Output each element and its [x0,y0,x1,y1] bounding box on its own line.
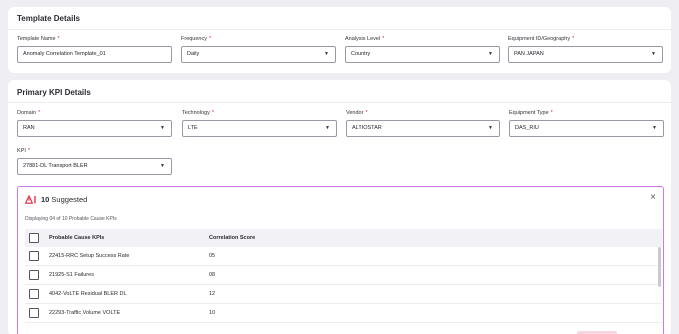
score-cell: 12 [209,291,216,297]
kpi-select[interactable]: 27881-DL Transport BLER ▼ [17,158,172,175]
equipment-type-select[interactable]: DAS_RIU ▼ [509,120,664,137]
row-checkbox[interactable] [29,251,39,261]
score-cell: 08 [209,272,216,278]
analysis-level-label: Analysis Level * [345,36,385,42]
column-header-kpi: Probable Cause KPIs [49,235,105,241]
table-row: 22293-Traffic Volume VOLTE 10 [25,304,662,323]
column-header-score: Correlation Score [209,235,256,241]
equipment-geography-label: Equipment ID/Geography * [508,36,575,42]
score-cell: 10 [209,310,216,316]
chevron-down-icon: ▼ [488,125,493,131]
displaying-count-text: Displaying 04 of 10 Probable Cause KPIs [25,216,117,222]
row-checkbox[interactable] [29,308,39,318]
row-checkbox[interactable] [29,270,39,280]
alert-sparkle-icon [25,195,36,204]
kpi-cell: 22415-RRC Setup Success Rate [49,253,130,259]
table-row: 22415-RRC Setup Success Rate 05 [25,247,662,266]
domain-label: Domain * [17,110,41,116]
chevron-down-icon: ▼ [324,51,329,57]
vendor-label: Vendor * [346,110,368,116]
domain-select[interactable]: RAN ▼ [17,120,172,137]
suggested-count-text: 10 Suggested [41,195,88,204]
chevron-down-icon: ▼ [325,125,330,131]
equipment-geography-select[interactable]: PAN JAPAN ▼ [508,46,663,63]
analysis-level-select[interactable]: Country ▼ [345,46,500,63]
probable-cause-table: Probable Cause KPIs Correlation Score 22… [25,229,662,323]
technology-label: Technology * [182,110,214,116]
divider [8,29,671,30]
frequency-label: Frequency * [181,36,212,42]
kpi-cell: 21925-S1 Failures [49,272,94,278]
score-cell: 05 [209,253,216,259]
primary-kpi-card: Primary KPI Details Domain * RAN ▼ Technol… [8,80,671,334]
chevron-down-icon: ▼ [651,51,656,57]
row-checkbox[interactable] [29,289,39,299]
table-row: 21925-S1 Failures 08 [25,266,662,285]
table-header: Probable Cause KPIs Correlation Score [25,229,662,247]
template-name-label: Template Name * [17,36,60,42]
chevron-down-icon: ▼ [160,125,165,131]
suggestions-panel: 10 Suggested × Displaying 04 of 10 Proba… [17,186,664,334]
table-scrollbar[interactable] [658,247,661,287]
close-icon[interactable]: × [650,193,656,203]
technology-select[interactable]: LTE ▼ [182,120,337,137]
kpi-cell: 4042-VoLTE Residual BLER DL [49,291,127,297]
equipment-type-label: Equipment Type * [509,110,553,116]
frequency-select[interactable]: Daily ▼ [181,46,336,63]
template-details-title: Template Details [17,14,80,23]
vendor-select[interactable]: ALTIOSTAR ▼ [346,120,500,137]
chevron-down-icon: ▼ [160,163,165,169]
kpi-label: KPI * [17,148,31,154]
table-row: 4042-VoLTE Residual BLER DL 12 [25,285,662,304]
divider [8,102,671,103]
chevron-down-icon: ▼ [652,125,657,131]
primary-kpi-title: Primary KPI Details [17,88,91,97]
template-details-card: Template Details Template Name * Anomaly … [8,7,671,73]
kpi-cell: 22293-Traffic Volume VOLTE [49,310,121,316]
select-all-checkbox[interactable] [29,233,39,243]
template-name-input[interactable]: Anomaly Correlation Template_01 [17,46,172,63]
chevron-down-icon: ▼ [488,51,493,57]
